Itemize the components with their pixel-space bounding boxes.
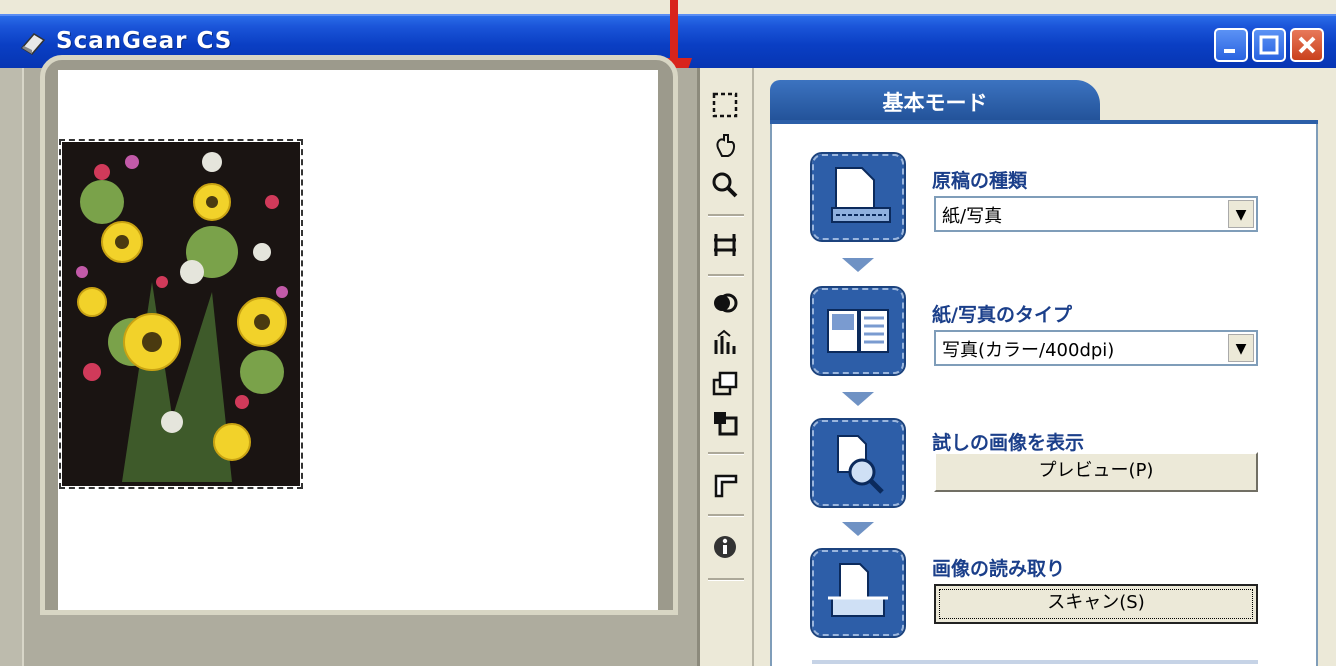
close-icon: [1298, 36, 1316, 54]
toolbar-separator: [708, 274, 744, 277]
paper-type-label: 紙/写真のタイプ: [932, 304, 1072, 326]
minimize-button[interactable]: [1214, 28, 1248, 62]
source-type-label: 原稿の種類: [932, 170, 1028, 192]
info-icon[interactable]: [710, 532, 740, 562]
chevron-down-icon[interactable]: ▼: [1228, 200, 1254, 228]
scan-label: 画像の読み取り: [932, 558, 1066, 580]
pane-border: [0, 68, 24, 666]
scan-image-icon: [810, 548, 906, 638]
maximize-icon: [1259, 35, 1279, 55]
toolbar-separator: [708, 578, 744, 581]
preview-label: 試しの画像を表示: [932, 432, 1085, 454]
preview-scan-icon: [810, 418, 906, 508]
scanner-app-icon: [20, 33, 46, 55]
flower-photo: [62, 142, 300, 486]
toolbar-separator: [708, 214, 744, 217]
threshold-icon[interactable]: [710, 408, 740, 438]
auto-crop-icon[interactable]: [710, 470, 740, 500]
paper-type-select[interactable]: 写真(カラー/400dpi) ▼: [934, 330, 1258, 366]
color-balance-icon[interactable]: [710, 288, 740, 318]
document-type-icon: [810, 152, 906, 242]
maximize-button[interactable]: [1252, 28, 1286, 62]
panel-divider: [812, 660, 1258, 664]
step-arrow-icon: [842, 392, 874, 406]
tool-strip: [700, 68, 754, 666]
minimize-icon: [1224, 49, 1235, 53]
close-button[interactable]: [1290, 28, 1324, 62]
toolbar-separator: [708, 514, 744, 517]
scan-button[interactable]: スキャン(S): [934, 584, 1258, 624]
step-arrow-icon: [842, 522, 874, 536]
preview-image[interactable]: [59, 139, 303, 489]
step-arrow-icon: [842, 258, 874, 272]
toolbar-separator: [708, 452, 744, 455]
brightness-icon[interactable]: [710, 328, 740, 358]
hand-icon[interactable]: [710, 130, 740, 160]
source-type-select[interactable]: 紙/写真 ▼: [934, 196, 1258, 232]
photo-type-icon: [810, 286, 906, 376]
chevron-down-icon[interactable]: ▼: [1228, 334, 1254, 362]
crop-fit-icon[interactable]: [710, 230, 740, 260]
select-area-icon[interactable]: [710, 90, 740, 120]
preview-button[interactable]: プレビュー(P): [934, 452, 1258, 492]
tone-curve-icon[interactable]: [710, 368, 740, 398]
zoom-icon[interactable]: [710, 170, 740, 200]
window-title: ScanGear CS: [56, 28, 233, 54]
source-type-value: 紙/写真: [942, 206, 1003, 227]
paper-type-value: 写真(カラー/400dpi): [942, 340, 1115, 361]
